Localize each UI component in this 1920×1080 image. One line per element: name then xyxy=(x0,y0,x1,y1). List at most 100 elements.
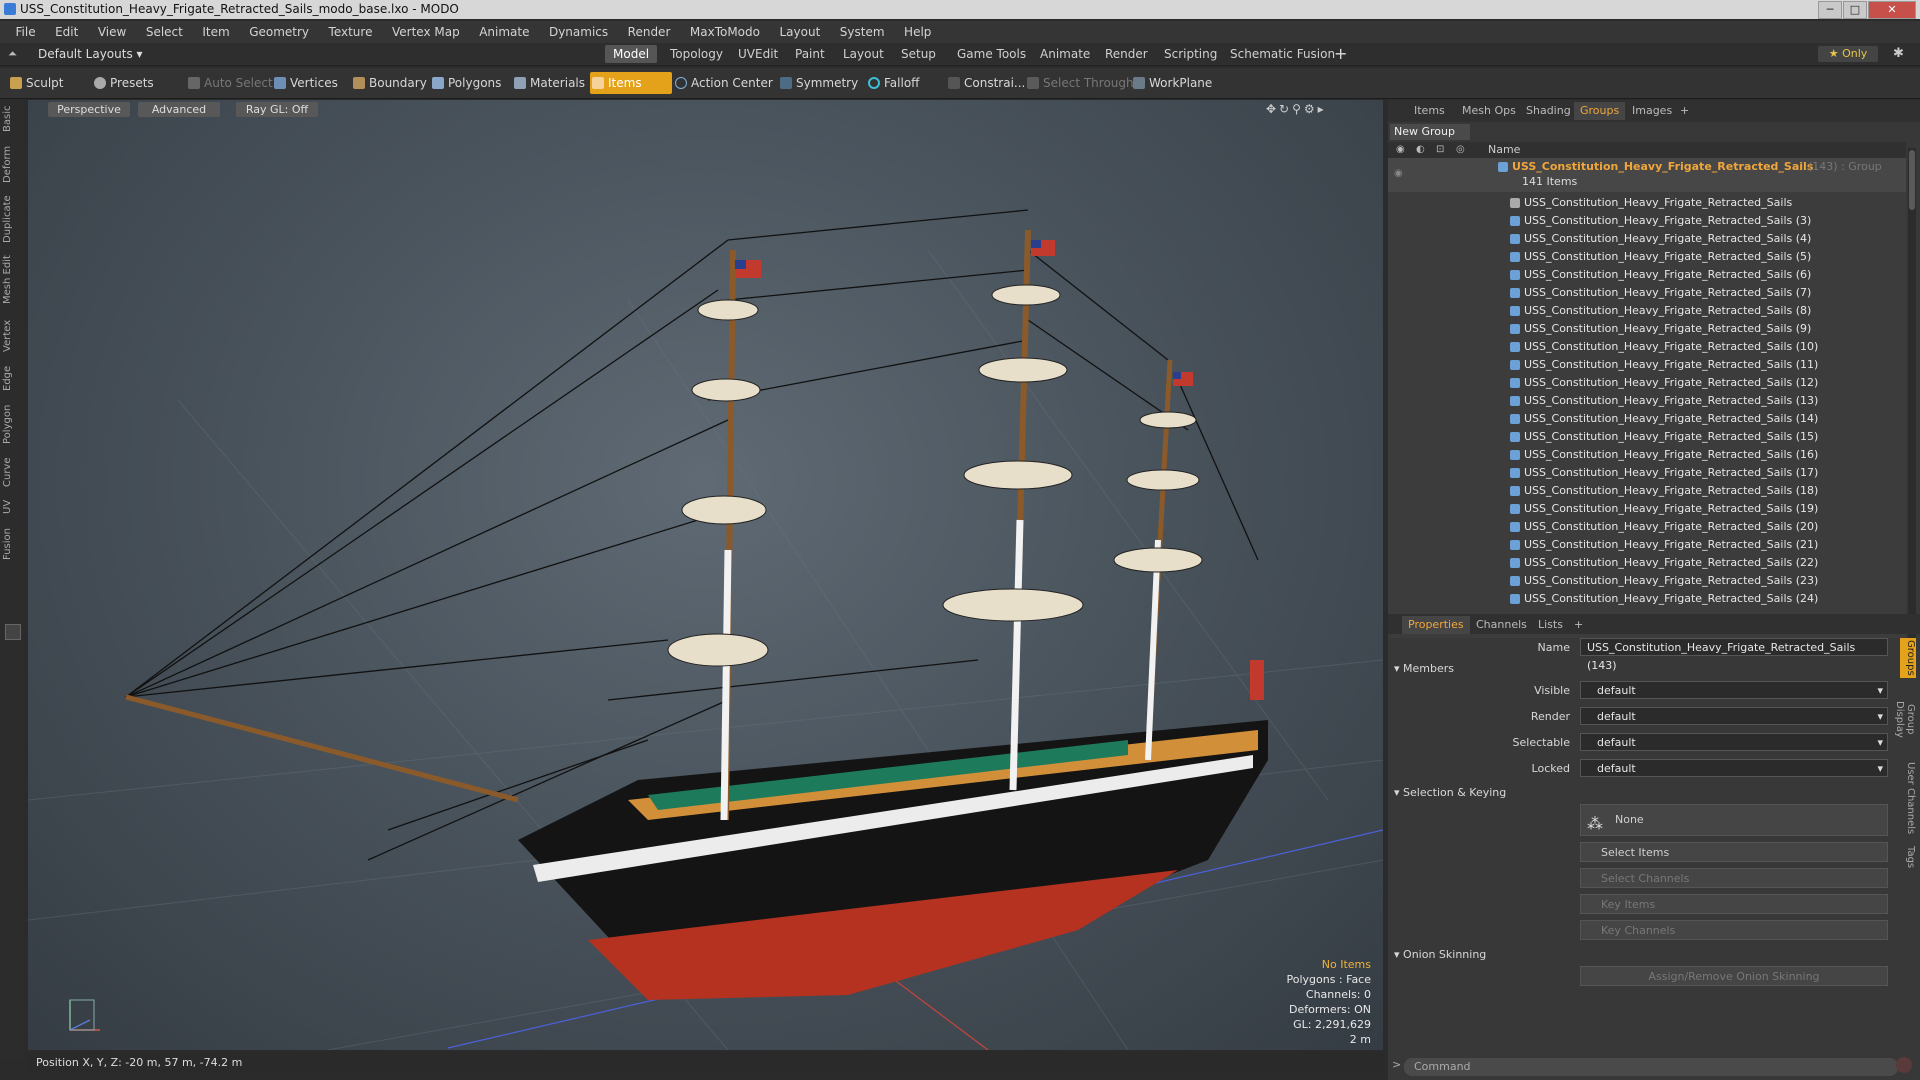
tab-game-tools[interactable]: Game Tools xyxy=(949,45,1034,63)
tab-edge[interactable]: Edge xyxy=(2,362,22,394)
list-item[interactable]: USS_Constitution_Heavy_Frigate_Retracted… xyxy=(1388,230,1906,248)
tab-setup[interactable]: Setup xyxy=(893,45,944,63)
default-layouts-dropdown[interactable]: Default Layouts ▾ xyxy=(38,47,143,61)
list-item[interactable]: USS_Constitution_Heavy_Frigate_Retracted… xyxy=(1388,194,1906,212)
only-toggle[interactable]: ★ Only xyxy=(1818,46,1878,62)
list-item[interactable]: USS_Constitution_Heavy_Frigate_Retracted… xyxy=(1388,554,1906,572)
tab-shading[interactable]: Shading xyxy=(1520,102,1577,120)
falloff-button[interactable]: Falloff xyxy=(866,72,946,94)
tab-render[interactable]: Render xyxy=(1097,45,1156,63)
list-item[interactable]: USS_Constitution_Heavy_Frigate_Retracted… xyxy=(1388,410,1906,428)
selection-keying-section[interactable]: ▾ Selection & Keying xyxy=(1394,786,1506,799)
tab-uvedit[interactable]: UVEdit xyxy=(730,45,786,63)
tab-mesh-ops[interactable]: Mesh Ops xyxy=(1456,102,1522,120)
group-root-row[interactable]: ◉ USS_Constitution_Heavy_Frigate_Retract… xyxy=(1388,158,1906,192)
menu-edit[interactable]: Edit xyxy=(47,21,86,43)
menu-maxtomodo[interactable]: MaxToModo xyxy=(682,21,768,43)
select-items-button[interactable]: Select Items xyxy=(1580,842,1888,862)
tab-basic[interactable]: Basic xyxy=(2,104,22,134)
list-item[interactable]: USS_Constitution_Heavy_Frigate_Retracted… xyxy=(1388,392,1906,410)
add-tab-button[interactable]: + xyxy=(1334,44,1347,63)
tab-polygon[interactable]: Polygon xyxy=(2,402,22,446)
menu-dynamics[interactable]: Dynamics xyxy=(541,21,616,43)
tab-fusion[interactable]: Fusion xyxy=(2,526,22,562)
tab-items[interactable]: Items xyxy=(1408,102,1451,120)
tab-scripting[interactable]: Scripting xyxy=(1156,45,1225,63)
list-item[interactable]: USS_Constitution_Heavy_Frigate_Retracted… xyxy=(1388,248,1906,266)
tab-deform[interactable]: Deform xyxy=(2,144,22,184)
command-record-icon[interactable] xyxy=(1896,1057,1912,1073)
tab-animate[interactable]: Animate xyxy=(1032,45,1098,63)
tab-lists[interactable]: Lists xyxy=(1532,616,1569,634)
sculpt-button[interactable]: Sculpt xyxy=(8,72,101,94)
maximize-button[interactable]: □ xyxy=(1843,1,1867,19)
list-item[interactable]: USS_Constitution_Heavy_Frigate_Retracted… xyxy=(1388,482,1906,500)
command-input[interactable]: Command xyxy=(1404,1058,1898,1076)
tab-options-icon[interactable] xyxy=(5,624,21,640)
visible-select[interactable]: default ▾ xyxy=(1580,681,1888,699)
side-tab-tags[interactable]: Tags xyxy=(1900,842,1916,872)
presets-button[interactable]: Presets xyxy=(92,72,180,94)
list-item[interactable]: USS_Constitution_Heavy_Frigate_Retracted… xyxy=(1388,428,1906,446)
list-item[interactable]: USS_Constitution_Heavy_Frigate_Retracted… xyxy=(1388,302,1906,320)
polygons-button[interactable]: Polygons xyxy=(430,72,518,94)
gear-icon[interactable]: ✱ xyxy=(1893,46,1904,61)
menu-geometry[interactable]: Geometry xyxy=(241,21,317,43)
menu-file[interactable]: File xyxy=(8,21,44,43)
list-item[interactable]: USS_Constitution_Heavy_Frigate_Retracted… xyxy=(1388,338,1906,356)
none-button[interactable]: ⁂ None xyxy=(1580,804,1888,836)
menu-help[interactable]: Help xyxy=(896,21,939,43)
list-item[interactable]: USS_Constitution_Heavy_Frigate_Retracted… xyxy=(1388,446,1906,464)
tab-groups[interactable]: Groups xyxy=(1574,102,1626,120)
items-button[interactable]: Items xyxy=(590,72,672,94)
layout-toggle-icon[interactable]: ⏶ xyxy=(8,47,17,61)
menu-vertex-map[interactable]: Vertex Map xyxy=(384,21,468,43)
tab-vertex[interactable]: Vertex xyxy=(2,316,22,356)
menu-item[interactable]: Item xyxy=(194,21,237,43)
key-channels-button[interactable]: Key Channels xyxy=(1580,920,1888,940)
tab-schematic-fusion[interactable]: Schematic Fusion xyxy=(1222,45,1343,63)
minimize-button[interactable]: ─ xyxy=(1818,1,1842,19)
tab-images[interactable]: Images xyxy=(1626,102,1678,120)
onion-skinning-section[interactable]: ▾ Onion Skinning xyxy=(1394,948,1486,961)
menu-texture[interactable]: Texture xyxy=(321,21,381,43)
menu-render[interactable]: Render xyxy=(620,21,679,43)
tab-paint[interactable]: Paint xyxy=(787,45,833,63)
locked-select[interactable]: default ▾ xyxy=(1580,759,1888,777)
render-select[interactable]: default ▾ xyxy=(1580,707,1888,725)
list-item[interactable]: USS_Constitution_Heavy_Frigate_Retracted… xyxy=(1388,500,1906,518)
eye-icon[interactable]: ◉ xyxy=(1394,168,1403,179)
symmetry-button[interactable]: Symmetry xyxy=(778,72,868,94)
tab-model[interactable]: Model xyxy=(605,45,658,63)
menu-animate[interactable]: Animate xyxy=(471,21,537,43)
action-center-button[interactable]: Action Center xyxy=(673,72,781,94)
tab-uv[interactable]: UV xyxy=(2,496,22,518)
side-tab-user-channels[interactable]: User Channels xyxy=(1900,760,1916,836)
menu-layout[interactable]: Layout xyxy=(772,21,829,43)
group-list-scrollbar[interactable] xyxy=(1908,148,1916,638)
menu-view[interactable]: View xyxy=(90,21,134,43)
list-item[interactable]: USS_Constitution_Heavy_Frigate_Retracted… xyxy=(1388,266,1906,284)
assign-onion-button[interactable]: Assign/Remove Onion Skinning xyxy=(1580,966,1888,986)
tab-mesh-edit[interactable]: Mesh Edit xyxy=(2,254,22,306)
menu-system[interactable]: System xyxy=(832,21,893,43)
add-properties-tab[interactable]: + xyxy=(1568,616,1589,634)
add-panel-tab[interactable]: + xyxy=(1674,102,1695,120)
select-channels-button[interactable]: Select Channels xyxy=(1580,868,1888,888)
tab-topology[interactable]: Topology xyxy=(662,45,731,63)
menu-select[interactable]: Select xyxy=(138,21,191,43)
list-item[interactable]: USS_Constitution_Heavy_Frigate_Retracted… xyxy=(1388,284,1906,302)
vertices-button[interactable]: Vertices xyxy=(272,72,352,94)
constraints-button[interactable]: Constrai... xyxy=(946,72,1036,94)
group-list[interactable]: ◉ USS_Constitution_Heavy_Frigate_Retract… xyxy=(1388,158,1906,638)
tab-layout[interactable]: Layout xyxy=(835,45,892,63)
materials-button[interactable]: Materials xyxy=(512,72,598,94)
tab-channels[interactable]: Channels xyxy=(1470,616,1533,634)
list-item[interactable]: USS_Constitution_Heavy_Frigate_Retracted… xyxy=(1388,212,1906,230)
workplane-button[interactable]: WorkPlane xyxy=(1131,72,1224,94)
side-tab-group-display[interactable]: Group Display xyxy=(1894,684,1916,754)
3d-viewport[interactable]: Perspective Advanced Ray GL: Off ✥↻⚲⚙▸ N… xyxy=(28,100,1383,1050)
list-item[interactable]: USS_Constitution_Heavy_Frigate_Retracted… xyxy=(1388,572,1906,590)
list-item[interactable]: USS_Constitution_Heavy_Frigate_Retracted… xyxy=(1388,320,1906,338)
list-item[interactable]: USS_Constitution_Heavy_Frigate_Retracted… xyxy=(1388,536,1906,554)
